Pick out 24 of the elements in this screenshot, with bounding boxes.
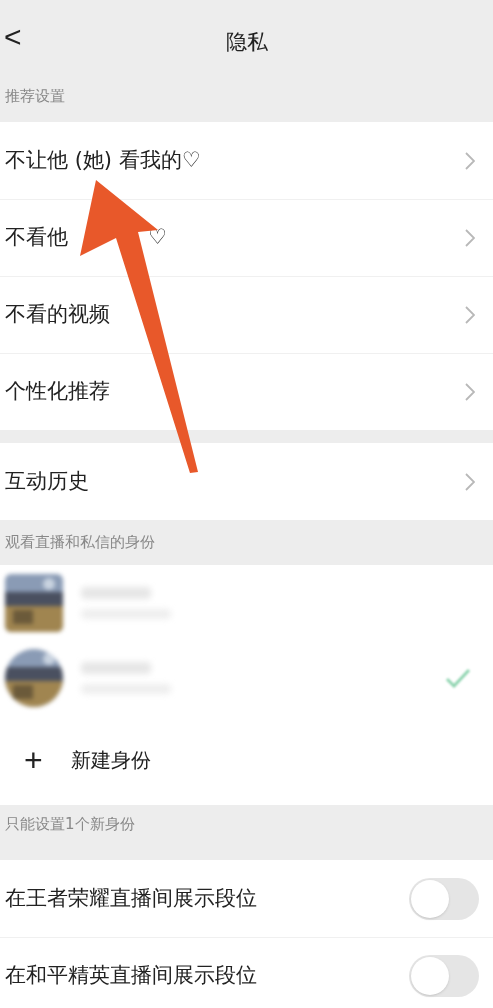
toggle-switch[interactable] <box>409 955 479 997</box>
chevron-right-icon <box>465 151 475 170</box>
chevron-right-icon <box>465 383 475 401</box>
menu-item[interactable]: 不让他 (她) 看我的♡ <box>0 122 493 199</box>
section-header: 推荐设置 <box>5 86 65 107</box>
toggle-label: 在和平精英直播间展示段位 <box>5 962 257 990</box>
page-title: 隐私 <box>225 28 268 56</box>
chevron-right-icon <box>465 472 475 491</box>
back-button[interactable]: < <box>4 22 22 52</box>
toggle-label: 在王者荣耀直播间展示段位 <box>5 884 257 912</box>
heart-label: ♡ <box>148 224 167 252</box>
menu-item-label: 不看他 <box>5 224 68 252</box>
plus-icon: + <box>24 744 43 776</box>
menu-item-label: 不让他 (她) 看我的♡ <box>5 146 201 174</box>
new-identity-label: 新建身份 <box>70 747 151 774</box>
menu-item[interactable]: 互动历史 <box>0 443 493 520</box>
menu-item-label: 互动历史 <box>5 467 89 495</box>
section-header: 观看直播和私信的身份 <box>5 532 155 554</box>
toggle-switch[interactable] <box>409 877 479 920</box>
chevron-right-icon <box>465 229 475 247</box>
note-text: 只能设置1个新身份 <box>5 814 135 835</box>
menu-item-label: 个性化推荐 <box>5 378 110 406</box>
menu-item-label: 不看的视频 <box>5 301 110 329</box>
chevron-right-icon <box>465 306 475 324</box>
